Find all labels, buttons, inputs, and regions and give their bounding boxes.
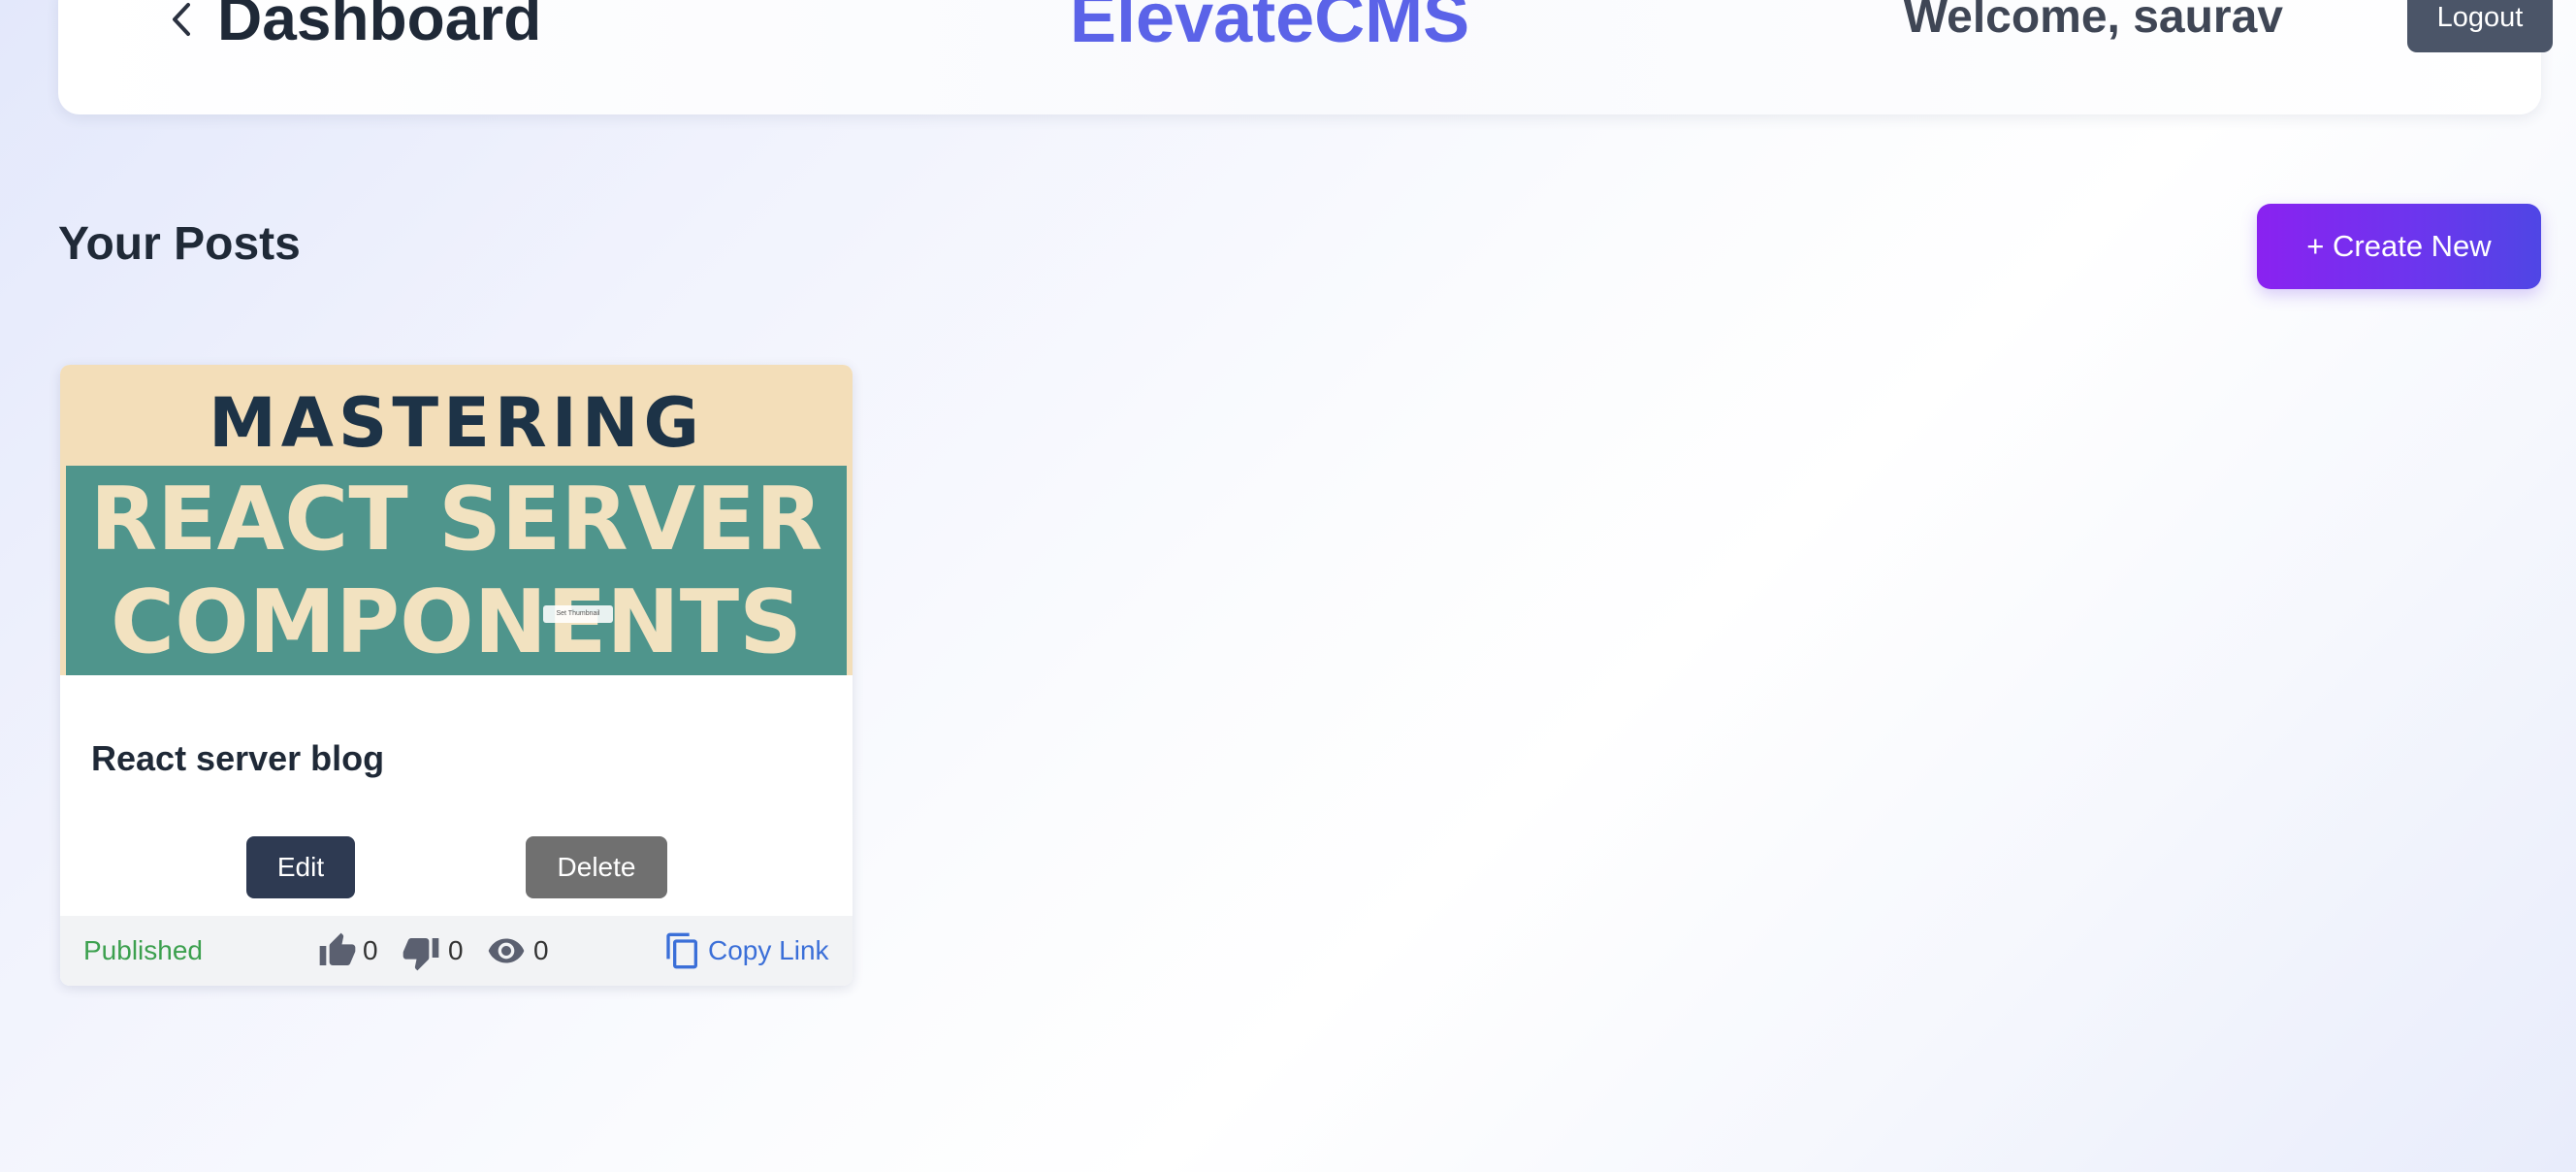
copy-icon xyxy=(666,932,697,969)
set-thumbnail-chip[interactable]: Set Thumbnail xyxy=(543,605,613,623)
delete-button[interactable]: Delete xyxy=(526,836,667,898)
eye-icon xyxy=(488,938,525,963)
page-title: Dashboard xyxy=(217,0,542,53)
thumbnail-text-line-2: REACT SERVER xyxy=(89,469,823,570)
status-badge: Published xyxy=(83,935,203,965)
post-title: React server blog xyxy=(91,738,385,778)
thumb-up-icon[interactable] xyxy=(318,931,357,970)
brand-logo-text: ElevateCMS xyxy=(1070,0,1470,57)
logout-button[interactable]: Logout xyxy=(2407,0,2553,52)
create-new-button[interactable]: + Create New xyxy=(2257,204,2541,289)
section-title: Your Posts xyxy=(58,218,301,270)
view-count: 0 xyxy=(533,935,549,965)
copy-link-label: Copy Link xyxy=(708,935,829,965)
top-header: Dashboard ElevateCMS Welcome, saurav Log… xyxy=(58,0,2553,114)
post-card: MASTERING REACT SERVER COMPONENTS Set Th… xyxy=(60,365,853,986)
dislike-count: 0 xyxy=(448,935,464,965)
edit-button[interactable]: Edit xyxy=(246,836,355,898)
card-footer: Published 0 0 0 Copy Link xyxy=(60,916,853,986)
chevron-left-icon[interactable] xyxy=(163,0,202,39)
thumbnail-band: REACT SERVER COMPONENTS xyxy=(66,466,847,675)
thumbnail-text-line-1: MASTERING xyxy=(209,383,704,463)
like-count: 0 xyxy=(363,935,378,965)
welcome-message: Welcome, saurav xyxy=(1903,0,2283,43)
thumbnail-text-line-3: COMPONENTS xyxy=(111,571,802,673)
thumb-down-icon[interactable] xyxy=(402,933,440,972)
post-thumbnail: MASTERING REACT SERVER COMPONENTS Set Th… xyxy=(60,365,853,675)
